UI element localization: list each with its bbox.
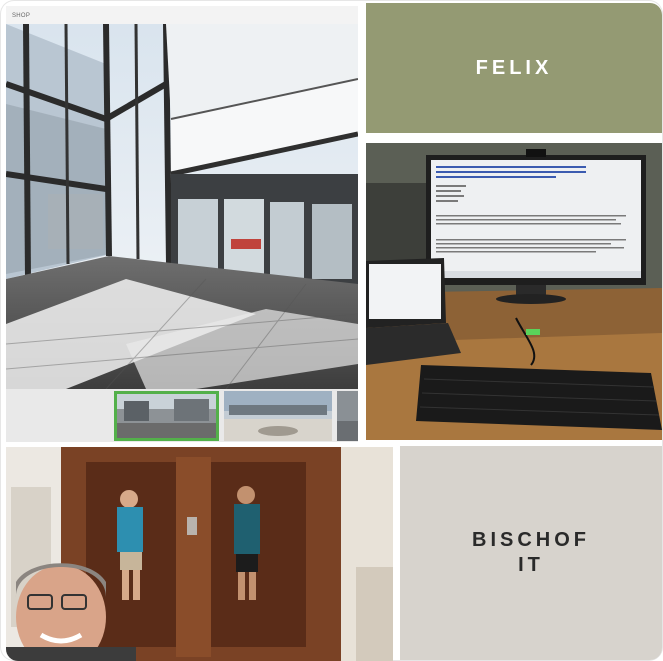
thumbnail-square[interactable] <box>224 391 332 441</box>
wardrobe-photo <box>6 447 393 661</box>
shop-label: SHOP <box>12 13 31 19</box>
last-name-text: BISCHOF IT <box>472 528 590 578</box>
photo-collage: SHOP FELIX BISCHOF IT <box>0 0 663 661</box>
desk-photo <box>366 143 662 440</box>
last-name-tile: BISCHOF IT <box>400 446 662 660</box>
thumbnail-lobby[interactable] <box>114 391 219 441</box>
street-view-tile: SHOP <box>6 6 358 442</box>
last-name-line-2: IT <box>518 554 544 576</box>
last-name-line-1: BISCHOF <box>472 529 590 551</box>
thumbnail-side[interactable] <box>337 391 358 441</box>
thumbnail-strip <box>6 389 358 442</box>
lobby-photo[interactable] <box>6 24 358 389</box>
first-name-text: FELIX <box>475 56 553 79</box>
first-name-tile: FELIX <box>366 3 662 133</box>
